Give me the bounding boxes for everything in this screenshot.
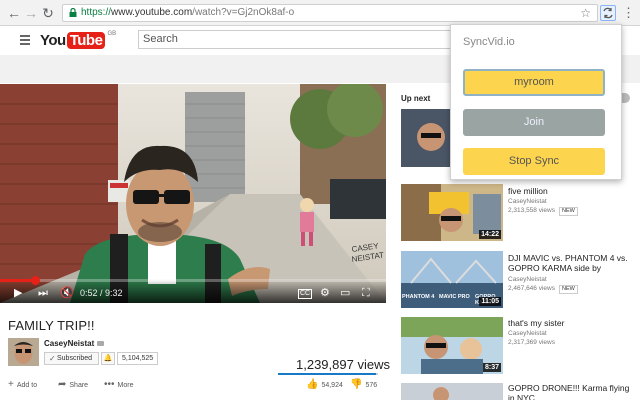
hamburger-menu-icon[interactable]: [20, 35, 30, 45]
browser-window: { "browser": { "back_icon": "back-arrow-…: [0, 0, 640, 400]
room-name-input[interactable]: myroom: [463, 69, 605, 96]
view-count: 1,239,897 views: [296, 357, 390, 372]
dislike-count: 576: [365, 382, 378, 389]
logo-you: You: [40, 31, 66, 49]
sync-icon: [603, 7, 613, 19]
video-title: FAMILY TRIP!!: [8, 318, 95, 333]
bookmark-star-icon[interactable]: ☆: [580, 5, 591, 21]
lock-icon: [69, 8, 77, 17]
browser-toolbar: ← → ↻ https://www.youtube.com/watch?v=Gj…: [0, 0, 640, 26]
more-dots-icon: •••: [104, 379, 115, 390]
new-badge: NEW: [558, 207, 578, 216]
back-arrow-icon[interactable]: ←: [6, 5, 22, 21]
avatar-image: [8, 338, 39, 366]
more-button[interactable]: ••• More: [104, 380, 133, 391]
video-channel: CaseyNeistat: [508, 198, 547, 205]
like-button[interactable]: 👍 54,924: [306, 380, 343, 391]
popup-title: SyncVid.io: [463, 36, 515, 48]
logo-tube: Tube: [66, 31, 106, 49]
add-to-label: Add to: [16, 382, 38, 389]
video-player[interactable]: CASEY NEISTAT ▶ ⏭ 🔇 0:52 / 9:32 CC ⚙ ▭ ⛶: [0, 84, 386, 303]
channel-name-text: CaseyNeistat: [44, 339, 95, 348]
search-input[interactable]: Search: [138, 30, 458, 49]
video-thumbnail[interactable]: 8:37: [401, 317, 503, 374]
progress-fill: [0, 279, 35, 282]
captions-icon[interactable]: CC: [298, 289, 313, 299]
time-display: 0:52 / 9:32: [80, 288, 123, 298]
channel-avatar[interactable]: [8, 338, 39, 366]
new-badge: NEW: [558, 285, 578, 294]
progress-bar[interactable]: [0, 276, 386, 285]
video-title-link[interactable]: five million: [508, 186, 632, 196]
logo-region: GB: [107, 31, 117, 37]
share-button[interactable]: ➦ Share: [58, 380, 88, 391]
like-ratio-bar: [278, 373, 378, 375]
thumbs-up-icon: 👍: [306, 379, 319, 390]
video-thumbnail[interactable]: [401, 383, 503, 400]
url-host: www.youtube.com: [111, 7, 193, 18]
video-views: 2,313,558 views NEW: [508, 207, 578, 216]
reload-icon[interactable]: ↻: [40, 5, 56, 21]
url-path: /watch?v=Gj2nOk8af-o: [192, 7, 295, 18]
video-views-text: 2,467,646 views: [508, 285, 555, 292]
syncvid-extension-button[interactable]: [600, 5, 616, 21]
join-button[interactable]: Join: [463, 109, 605, 136]
verified-icon: [97, 341, 105, 347]
notification-bell-icon[interactable]: 🔔: [101, 352, 115, 365]
plus-icon: +: [8, 379, 14, 390]
url-scheme: https://: [81, 7, 112, 18]
forward-arrow-icon[interactable]: →: [23, 5, 39, 21]
share-arrow-icon: ➦: [58, 379, 67, 390]
video-channel: CaseyNeistat: [508, 276, 547, 283]
volume-muted-icon[interactable]: 🔇: [60, 287, 74, 299]
like-ratio-fill: [278, 373, 376, 375]
video-thumbnail[interactable]: PHANTOM 4 MAVIC PRO GOPRO KARMA 11:05: [401, 251, 503, 308]
settings-gear-icon[interactable]: ⚙: [320, 287, 330, 299]
syncvid-popup: SyncVid.io myroom Join Stop Sync: [450, 24, 622, 180]
video-views: 2,317,369 views: [508, 339, 555, 346]
subscribed-label: Subscribed: [57, 355, 93, 362]
check-icon: ✓: [49, 354, 56, 363]
video-title-link[interactable]: DJI MAVIC vs. PHANTOM 4 vs. GOPRO KARMA …: [508, 253, 632, 273]
play-icon[interactable]: ▶: [14, 287, 22, 299]
video-title-link[interactable]: GOPRO DRONE!!! Karma flying in NYC: [508, 383, 632, 400]
video-frame-image: CASEY NEISTAT: [0, 84, 386, 303]
url-text: https://www.youtube.com/watch?v=Gj2nOk8a…: [81, 5, 294, 21]
youtube-logo[interactable]: You Tube GB: [40, 31, 116, 49]
dislike-button[interactable]: 👎 576: [350, 380, 377, 391]
player-controls: ▶ ⏭ 🔇 0:52 / 9:32 CC ⚙ ▭ ⛶: [0, 276, 386, 303]
like-count: 54,924: [321, 382, 343, 389]
video-views: 2,467,646 views NEW: [508, 285, 578, 294]
thumb-label-mavic: MAVIC PRO: [439, 294, 470, 300]
channel-name[interactable]: CaseyNeistat: [44, 339, 105, 348]
video-channel: CaseyNeistat: [508, 330, 547, 337]
video-duration: 14:22: [479, 230, 501, 239]
next-icon[interactable]: ⏭: [38, 287, 48, 299]
progress-scrubber[interactable]: [31, 276, 40, 285]
video-title-link[interactable]: that's my sister: [508, 318, 632, 328]
theater-mode-icon[interactable]: ▭: [340, 287, 350, 299]
browser-menu-icon[interactable]: ⋮: [622, 4, 635, 22]
video-thumbnail[interactable]: 14:22: [401, 184, 503, 241]
subscribed-button[interactable]: ✓ Subscribed: [44, 352, 99, 365]
add-to-button[interactable]: + Add to: [8, 380, 37, 391]
thumb-label-phantom: PHANTOM 4: [402, 294, 435, 300]
subscriber-count: 5,104,525: [117, 352, 159, 365]
video-views-text: 2,313,558 views: [508, 207, 555, 214]
more-label: More: [117, 382, 134, 389]
thumbnail-image: [401, 383, 503, 400]
address-bar[interactable]: https://www.youtube.com/watch?v=Gj2nOk8a…: [62, 4, 598, 22]
share-label: Share: [69, 382, 89, 389]
video-duration: 8:37: [482, 363, 501, 372]
video-duration: 11:05: [479, 297, 501, 306]
video-views-text: 2,317,369 views: [508, 339, 555, 346]
up-next-heading: Up next: [401, 94, 431, 103]
fullscreen-icon[interactable]: ⛶: [362, 287, 370, 299]
thumbs-down-icon: 👎: [350, 379, 363, 390]
stop-sync-button[interactable]: Stop Sync: [463, 148, 605, 175]
